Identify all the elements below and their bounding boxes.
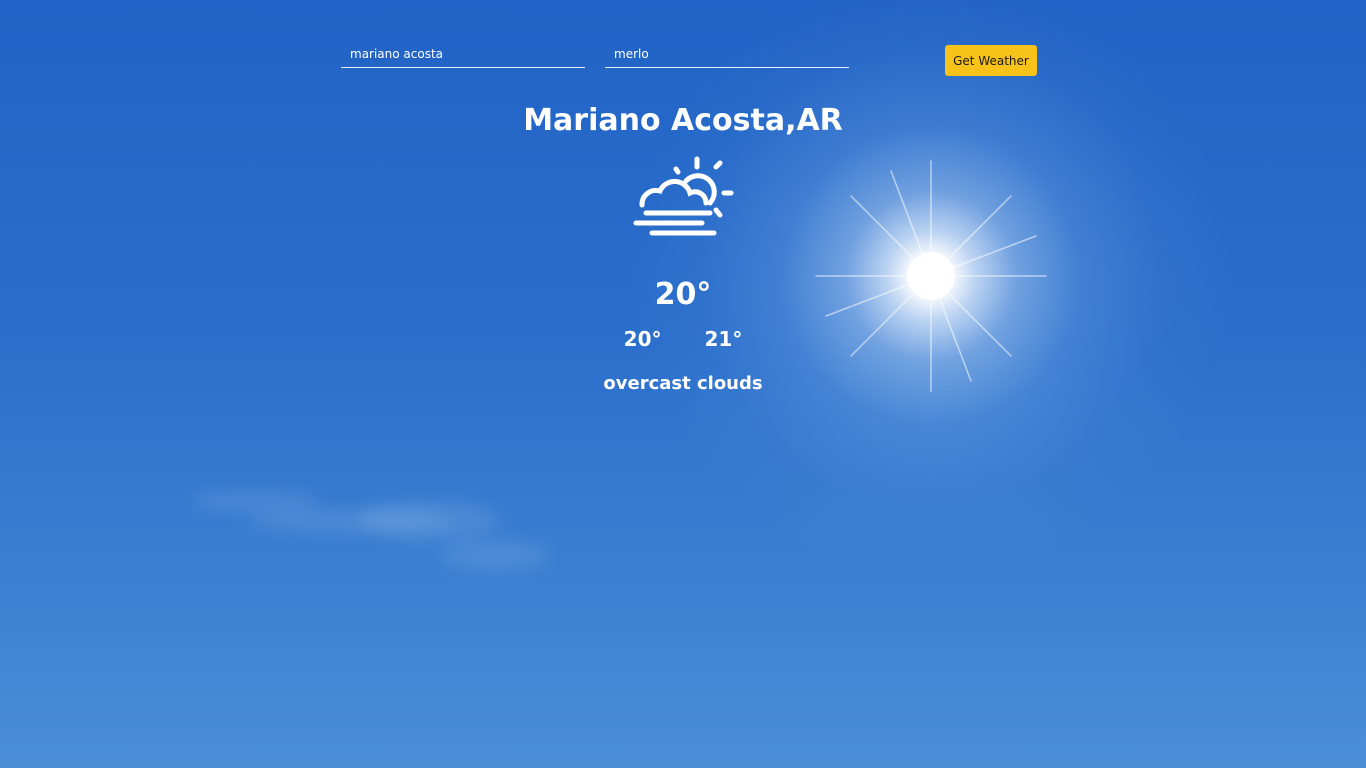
country-input[interactable] bbox=[605, 40, 849, 68]
max-temperature: 21° bbox=[704, 327, 743, 351]
temperature-range: 20° 21° bbox=[0, 325, 1366, 353]
location-title: Mariano Acosta,AR bbox=[523, 103, 843, 138]
min-temperature: 20° bbox=[623, 327, 662, 351]
current-temperature: 20° bbox=[654, 277, 712, 312]
city-input[interactable] bbox=[341, 40, 585, 68]
background-cloud bbox=[440, 540, 550, 570]
background-cloud bbox=[360, 500, 500, 540]
cloud-sun-fog-icon bbox=[633, 156, 734, 236]
weather-app: { "search": { "city_value": "mariano aco… bbox=[0, 0, 1366, 768]
weather-description: overcast clouds bbox=[603, 373, 763, 394]
get-weather-button[interactable]: Get Weather bbox=[945, 45, 1037, 76]
search-form: Get Weather bbox=[341, 40, 1037, 76]
